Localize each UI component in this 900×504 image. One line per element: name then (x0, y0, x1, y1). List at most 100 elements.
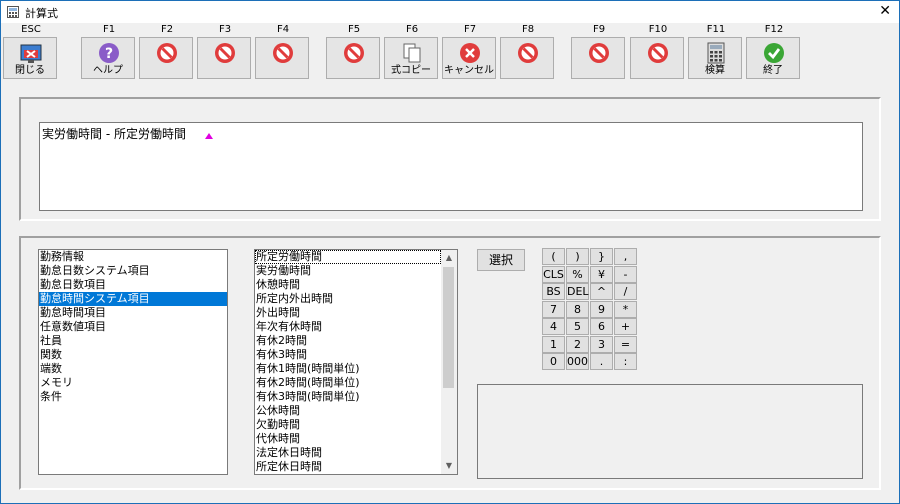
function-key-button[interactable] (500, 37, 554, 79)
item-list-item[interactable]: 実労働時間 (255, 264, 441, 278)
item-list-item[interactable]: 所定休日時間 (255, 460, 441, 474)
keypad-key[interactable]: % (566, 265, 589, 283)
disabled-icon (157, 43, 177, 63)
keypad-key[interactable]: - (614, 265, 637, 283)
keypad-key[interactable]: * (614, 300, 637, 318)
item-list-item[interactable]: 代休時間 (255, 432, 441, 446)
category-list-item[interactable]: 任意数値項目 (39, 320, 227, 334)
item-list-item[interactable]: 欠勤時間 (255, 418, 441, 432)
scrollbar-thumb[interactable] (443, 267, 454, 388)
item-list-item[interactable]: 有休2時間 (255, 334, 441, 348)
item-list-item[interactable]: 所定労働時間 (255, 250, 441, 264)
item-list-item[interactable]: 有休1時間(時間単位) (255, 362, 441, 376)
category-list-item[interactable]: 条件 (39, 390, 227, 404)
function-key-label: F5 (347, 24, 361, 35)
function-key-label: ESC (21, 24, 41, 35)
keypad-key[interactable]: CLS (542, 265, 565, 283)
function-key-label: F7 (463, 24, 477, 35)
category-list-item[interactable]: 社員 (39, 334, 227, 348)
keypad-key[interactable]: ( (542, 248, 565, 265)
function-key-label: F12 (764, 24, 784, 35)
function-key-button[interactable] (571, 37, 625, 79)
scroll-up-arrow-icon[interactable]: ▲ (441, 250, 457, 266)
keypad-key[interactable]: 0 (542, 353, 565, 370)
function-key-label: F9 (592, 24, 606, 35)
function-key-label: F10 (648, 24, 668, 35)
function-key-f9: F9 (571, 23, 627, 83)
keypad-key[interactable]: 4 (542, 318, 565, 335)
function-key-f10: F10 (630, 23, 686, 83)
function-key-label: F2 (160, 24, 174, 35)
category-list-item[interactable]: 勤怠時間項目 (39, 306, 227, 320)
item-list-item[interactable]: 公休時間 (255, 404, 441, 418)
item-list-item[interactable]: 休憩時間 (255, 278, 441, 292)
keypad-key[interactable]: / (614, 283, 637, 300)
category-list-item[interactable]: 勤怠日数項目 (39, 278, 227, 292)
formula-editor[interactable]: 実労働時間 - 所定労働時間 (39, 122, 863, 211)
keypad-key[interactable]: 9 (590, 300, 613, 318)
category-list-item[interactable]: 関数 (39, 348, 227, 362)
function-key-toolbar: ESC 閉じる F1? ヘルプ F2 F3 F4 F5 F6 式コピー F7 キャンセル F8 F9 F10… (1, 23, 899, 85)
function-key-button[interactable]: キャンセル (442, 37, 496, 79)
keypad-key[interactable]: 1 (542, 335, 565, 353)
svg-text:?: ? (105, 46, 113, 62)
function-key-button[interactable]: 検算 (688, 37, 742, 79)
item-list-item[interactable]: 所定内外出時間 (255, 292, 441, 306)
category-list-item[interactable]: 端数 (39, 362, 227, 376)
function-key-f7: F7 キャンセル (442, 23, 498, 83)
function-key-button[interactable] (197, 37, 251, 79)
item-list-item[interactable]: 年次有休時間 (255, 320, 441, 334)
function-key-esc: ESC 閉じる (3, 23, 59, 83)
function-key-button[interactable] (326, 37, 380, 79)
category-list[interactable]: 勤務情報 勤怠日数システム項目 勤怠日数項目 勤怠時間システム項目 勤怠時間項目 任意数値… (38, 249, 228, 475)
function-key-button[interactable]: 閉じる (3, 37, 57, 79)
function-key-button[interactable] (139, 37, 193, 79)
item-list-scrollbar[interactable]: ▲ ▼ (441, 250, 457, 474)
keypad-key[interactable]: 8 (566, 300, 589, 318)
function-key-button[interactable]: 終了 (746, 37, 800, 79)
keypad-key[interactable]: DEL (566, 283, 589, 300)
item-list-item[interactable]: 法定休日時間 (255, 446, 441, 460)
keypad-key[interactable]: } (590, 248, 613, 265)
disabled-icon (273, 43, 293, 63)
formula-text: 実労働時間 - 所定労働時間 (42, 127, 186, 141)
keypad-key[interactable]: = (614, 335, 637, 353)
category-list-item[interactable]: メモリ (39, 376, 227, 390)
keypad-key[interactable]: ^ (590, 283, 613, 300)
keypad-key[interactable]: BS (542, 283, 565, 300)
function-key-f2: F2 (139, 23, 195, 83)
category-list-item[interactable]: 勤怠時間システム項目 (39, 292, 227, 306)
item-list[interactable]: 所定労働時間 実労働時間 休憩時間 所定内外出時間 外出時間 年次有休時間 有休2時間 有休3… (254, 249, 458, 475)
keypad-key[interactable]: . (590, 353, 613, 370)
category-list-item[interactable]: 勤怠日数システム項目 (39, 264, 227, 278)
keypad-key[interactable]: : (614, 353, 637, 370)
keypad-key[interactable]: 2 (566, 335, 589, 353)
select-button[interactable]: 選択 (477, 249, 525, 271)
keypad-key[interactable]: 3 (590, 335, 613, 353)
function-key-caption: 閉じる (15, 65, 45, 76)
category-list-item[interactable]: 勤務情報 (39, 250, 227, 264)
keypad-key[interactable]: 000 (566, 353, 589, 370)
function-key-label: F1 (102, 24, 116, 35)
keypad-key[interactable]: , (614, 248, 637, 265)
function-key-button[interactable]: 式コピー (384, 37, 438, 79)
function-key-button[interactable]: ? ヘルプ (81, 37, 135, 79)
scroll-down-arrow-icon[interactable]: ▼ (441, 458, 457, 474)
function-key-label: F4 (276, 24, 290, 35)
disabled-icon (589, 43, 609, 63)
function-key-button[interactable] (255, 37, 309, 79)
item-list-item[interactable]: 有休3時間(時間単位) (255, 390, 441, 404)
keypad-key[interactable]: 7 (542, 300, 565, 318)
keypad-key[interactable]: ) (566, 248, 589, 265)
item-list-item[interactable]: 有休3時間 (255, 348, 441, 362)
keypad-key[interactable]: 5 (566, 318, 589, 335)
function-key-f1: F1 ? ヘルプ (81, 23, 137, 83)
window-close-button[interactable]: ✕ (879, 3, 891, 19)
function-key-button[interactable] (630, 37, 684, 79)
keypad-key[interactable]: 6 (590, 318, 613, 335)
item-list-item[interactable]: 有休2時間(時間単位) (255, 376, 441, 390)
disabled-icon (344, 43, 364, 63)
keypad-key[interactable]: + (614, 318, 637, 335)
item-list-item[interactable]: 外出時間 (255, 306, 441, 320)
keypad-key[interactable]: ¥ (590, 265, 613, 283)
